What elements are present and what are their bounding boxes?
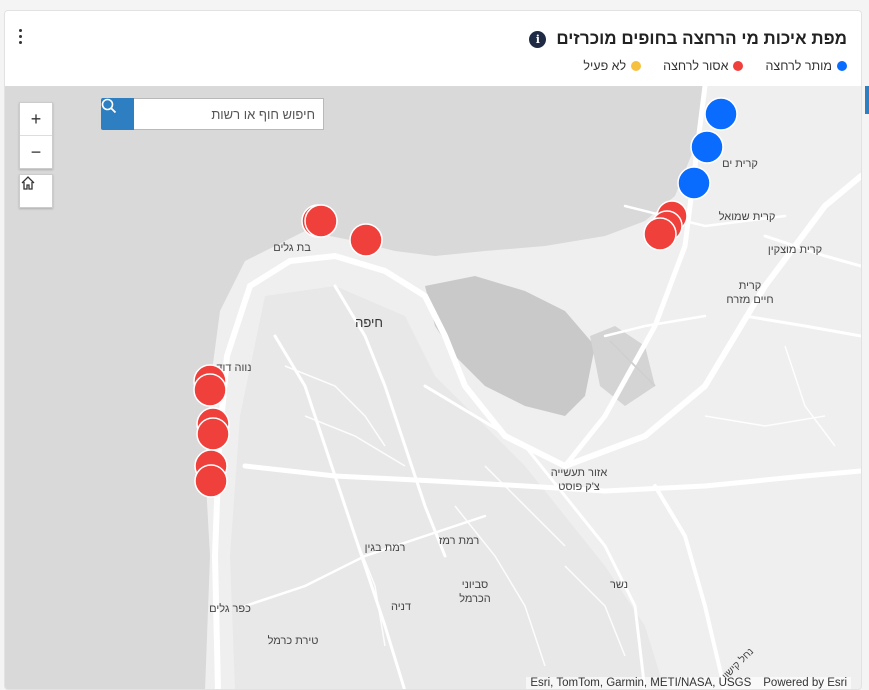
map-label: הכרמל (459, 592, 491, 605)
map-label: כפר גלים (209, 602, 251, 615)
zoom-out-button[interactable]: − (20, 135, 52, 168)
zoom-control: + − (19, 102, 53, 169)
map-label: חיים מזרח (726, 294, 773, 306)
card-header: מפת איכות מי הרחצה בחופים מוכרזים i מותר… (5, 11, 861, 86)
map-label: קרית ים (722, 158, 758, 170)
legend-dot-blue (837, 61, 847, 71)
beach-marker[interactable] (677, 166, 711, 200)
legend-dot-red (733, 61, 744, 71)
search-widget (101, 98, 324, 130)
map-label: סביוני (462, 579, 489, 591)
basemap[interactable]: קרית ים קרית שמואל קרית מוצקין קרית חיים… (5, 86, 861, 690)
attribution: Esri, TomTom, Garmin, METI/NASA, USGS Po… (526, 677, 851, 689)
legend-label: מותר לרחצה (765, 59, 832, 73)
map-label: קרית (739, 280, 762, 292)
side-tab[interactable] (865, 86, 869, 114)
search-button[interactable] (101, 98, 134, 130)
vertical-dots-icon[interactable] (13, 29, 27, 49)
legend-item-allowed: מותר לרחצה (765, 59, 847, 73)
zoom-in-button[interactable]: + (20, 103, 52, 135)
home-button[interactable] (19, 174, 53, 208)
legend-item-inactive: לא פעיל (583, 59, 642, 73)
search-input[interactable] (134, 98, 324, 130)
map-label: אזור תעשייה (551, 467, 608, 479)
map-label: טירת כרמל (268, 634, 319, 647)
attribution-powered[interactable]: Powered by Esri (763, 677, 847, 689)
map-card: מפת איכות מי הרחצה בחופים מוכרזים i מותר… (4, 10, 862, 690)
beach-marker[interactable] (196, 417, 230, 451)
beach-marker[interactable] (304, 204, 338, 238)
legend-item-closed: אסור לרחצה (663, 59, 744, 73)
search-icon (101, 98, 117, 114)
legend-dot-yellow (631, 61, 642, 71)
map-label: קרית מוצקין (768, 244, 822, 256)
map-label: רמת רמז (439, 535, 479, 547)
map-label: קרית שמואל (719, 210, 776, 223)
map-view[interactable]: קרית ים קרית שמואל קרית מוצקין קרית חיים… (5, 86, 861, 690)
title-row: מפת איכות מי הרחצה בחופים מוכרזים i (529, 29, 847, 49)
map-label: חיפה (355, 315, 383, 330)
beach-marker[interactable] (193, 373, 227, 407)
beach-marker[interactable] (643, 217, 677, 251)
beach-marker[interactable] (690, 130, 724, 164)
home-icon (21, 176, 35, 190)
map-label: רמת בגין (365, 542, 406, 554)
legend: מותר לרחצה אסור לרחצה לא פעיל (583, 59, 847, 73)
beach-marker[interactable] (194, 464, 228, 498)
attribution-sources[interactable]: Esri, TomTom, Garmin, METI/NASA, USGS (530, 677, 751, 689)
info-icon[interactable]: i (529, 30, 547, 48)
map-label: דניה (391, 601, 411, 613)
map-label: נשר (610, 579, 628, 591)
legend-label: אסור לרחצה (663, 59, 729, 73)
page-title: מפת איכות מי הרחצה בחופים מוכרזים (556, 29, 847, 48)
map-label: צ'ק פוסט (558, 481, 600, 493)
map-label: בת גלים (273, 241, 311, 254)
beach-marker[interactable] (704, 97, 738, 131)
beach-marker[interactable] (349, 223, 383, 257)
legend-label: לא פעיל (583, 59, 627, 73)
